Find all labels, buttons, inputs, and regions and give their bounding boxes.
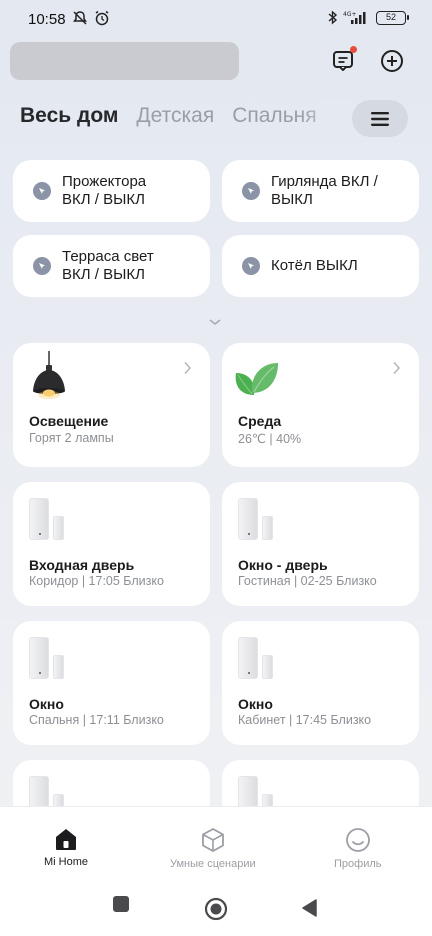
bluetooth-icon	[328, 10, 338, 25]
recents-button[interactable]	[112, 895, 130, 918]
pendant-lamp-icon	[33, 351, 65, 399]
door-sensor-icon	[29, 637, 69, 679]
card-front-door[interactable]: Входная дверь Коридор | 17:05 Близко	[13, 482, 210, 606]
scene-run-icon	[33, 257, 51, 275]
card-title: Окно - дверь	[238, 557, 328, 573]
scene-run-icon	[242, 182, 260, 200]
room-tabs: Весь дом Детская Спальня	[20, 104, 317, 128]
signal-icon: 4G+	[343, 11, 366, 24]
card-window-door[interactable]: Окно - дверь Гостиная | 02-25 Близко	[222, 482, 419, 606]
nav-smart-scenes[interactable]: Умные сценарии	[170, 827, 256, 870]
door-sensor-icon	[29, 498, 69, 540]
card-title: Освещение	[29, 413, 109, 429]
smile-icon	[345, 828, 370, 852]
status-time: 10:58	[28, 11, 66, 28]
door-sensor-icon	[238, 637, 278, 679]
nav-profile[interactable]: Профиль	[334, 827, 382, 870]
chevron-right-icon	[183, 361, 192, 380]
rooms-menu-button[interactable]	[352, 100, 408, 137]
chevron-down-icon	[209, 319, 221, 326]
card-subtitle: Спальня | 17:11 Близко	[29, 713, 164, 727]
tab-kids-room[interactable]: Детская	[136, 104, 214, 128]
scene-label: ВЫКЛ	[271, 191, 313, 208]
status-bar: 10:58 4G+ 52	[0, 0, 432, 38]
card-title: Окно	[29, 696, 64, 712]
expand-scenes-button[interactable]	[208, 314, 222, 332]
card-subtitle: 26℃ | 40%	[238, 432, 302, 446]
scene-terrace-light[interactable]: Терраса свет ВКЛ / ВЫКЛ	[13, 235, 210, 297]
scene-run-icon	[242, 257, 260, 275]
nav-mi-home[interactable]: Mi Home	[44, 827, 88, 868]
card-title: Окно	[238, 696, 273, 712]
nav-label: Умные сценарии	[170, 858, 256, 870]
scene-label: Гирлянда ВКЛ /	[271, 173, 378, 190]
card-window-office[interactable]: Окно Кабинет | 17:45 Близко	[222, 621, 419, 745]
nav-label: Mi Home	[44, 856, 89, 868]
scene-label: Прожектора	[62, 173, 147, 190]
messages-button[interactable]	[328, 46, 358, 76]
card-subtitle: Гостиная | 02-25 Близко	[238, 574, 377, 588]
card-subtitle: Кабинет | 17:45 Близко	[238, 713, 372, 727]
tab-all-home[interactable]: Весь дом	[20, 104, 118, 128]
plus-circle-icon	[381, 50, 403, 72]
scene-boiler-off[interactable]: Котёл ВЫКЛ	[222, 235, 419, 297]
square-icon	[113, 896, 129, 912]
circle-home-icon	[204, 897, 228, 921]
nav-label: Профиль	[334, 858, 382, 870]
card-title: Входная дверь	[29, 557, 135, 573]
alarm-icon	[95, 10, 109, 26]
scene-label: ВКЛ / ВЫКЛ	[62, 191, 145, 208]
scene-garland[interactable]: Гирлянда ВКЛ / ВЫКЛ	[222, 160, 419, 222]
account-selector[interactable]	[10, 42, 239, 80]
battery-level: 52	[385, 11, 396, 22]
card-subtitle: Коридор | 17:05 Близко	[29, 574, 164, 588]
card-environment[interactable]: Среда 26℃ | 40%	[222, 343, 419, 467]
notification-dot	[350, 46, 357, 53]
card-title: Среда	[238, 413, 282, 429]
leaf-icon	[235, 363, 278, 395]
card-window-bedroom[interactable]: Окно Спальня | 17:11 Близко	[13, 621, 210, 745]
scene-floodlights[interactable]: Прожектора ВКЛ / ВЫКЛ	[13, 160, 210, 222]
scene-label: Котёл ВЫКЛ	[271, 257, 358, 274]
home-icon	[56, 829, 76, 850]
battery-icon: 52	[376, 10, 409, 25]
back-triangle-icon	[302, 899, 317, 917]
scene-label: Терраса свет	[62, 248, 154, 265]
cube-icon	[201, 828, 224, 852]
tabs-fade	[300, 100, 350, 140]
menu-icon	[371, 111, 389, 126]
add-device-button[interactable]	[377, 46, 407, 76]
notifications-off-icon	[73, 11, 87, 25]
card-subtitle: Горят 2 лампы	[29, 431, 114, 445]
svg-text:4G+: 4G+	[343, 11, 357, 18]
home-system-button[interactable]	[204, 897, 228, 926]
card-lighting[interactable]: Освещение Горят 2 лампы	[13, 343, 210, 467]
back-button[interactable]	[300, 898, 318, 923]
door-sensor-icon	[238, 498, 278, 540]
scene-label: ВКЛ / ВЫКЛ	[62, 266, 145, 283]
scene-run-icon	[33, 182, 51, 200]
chevron-right-icon	[392, 361, 401, 380]
